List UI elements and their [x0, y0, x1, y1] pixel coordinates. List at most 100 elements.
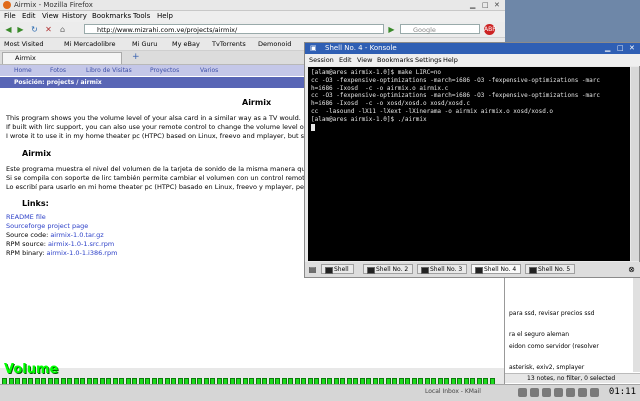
bookmark-tvtorrents[interactable]: TvTorrents: [212, 40, 246, 48]
menu-view[interactable]: View: [357, 56, 372, 64]
note-item[interactable]: para ssd, revisar precios ssd: [509, 310, 594, 317]
tab-shell-1[interactable]: Shell: [321, 264, 354, 274]
tray-icon[interactable]: [554, 388, 563, 397]
taskbar-item-kmail[interactable]: Local Inbox - KMail: [425, 388, 481, 395]
tab-shell-3[interactable]: Shell No. 3: [417, 264, 468, 274]
link-row: RPM source: airmix-1.0-1.src.rpm: [6, 240, 115, 248]
firefox-titlebar[interactable]: Airmix - Mozilla Firefox ▁ □ ✕: [0, 0, 505, 11]
menu-history[interactable]: History: [62, 12, 87, 20]
konsole-tabs: ▤ Shell Shell No. 2 Shell No. 3 Shell No…: [305, 262, 640, 277]
site-nav-fotos[interactable]: Fotos: [50, 67, 66, 74]
notes-status: 13 notes, no filter, 0 selected: [505, 373, 640, 383]
tab-shell-4[interactable]: Shell No. 4: [471, 264, 522, 274]
site-nav-home[interactable]: Home: [14, 67, 32, 74]
notes-scrollbar[interactable]: [633, 278, 640, 372]
note-item[interactable]: eidon como servidor (resolver: [509, 343, 599, 350]
menu-bookmarks[interactable]: Bookmarks: [377, 56, 413, 64]
paragraph-es-3: Lo escribí para usarlo en mi home theate…: [6, 183, 311, 191]
terminal-cursor: [311, 123, 315, 131]
terminal-line: cc -O3 -fexpensive-optimizations -march=…: [311, 76, 600, 84]
close-session-icon[interactable]: ⊗: [627, 265, 636, 274]
new-session-icon[interactable]: ▤: [308, 265, 317, 274]
terminal-line: [alam@ares airmix-1.0]$ ./airmix: [311, 115, 427, 123]
back-icon[interactable]: ◀: [4, 25, 13, 34]
paragraph-es-1: Este programa muestra el nivel del volum…: [6, 165, 314, 173]
site-nav-varios[interactable]: Varios: [200, 67, 218, 74]
stop-icon[interactable]: ✕: [44, 25, 53, 34]
tab-airmix[interactable]: Airmix: [2, 52, 122, 64]
konsole-menubar: Session Edit View Bookmarks Settings Hel…: [305, 54, 640, 66]
menu-help[interactable]: Help: [157, 12, 173, 20]
clock[interactable]: 01:11: [609, 387, 636, 397]
site-nav-proyectos[interactable]: Proyectos: [150, 67, 179, 74]
minimize-icon[interactable]: ▁: [470, 1, 475, 9]
sourceforge-link[interactable]: Sourceforge project page: [6, 222, 88, 230]
tray-icon[interactable]: [530, 388, 539, 397]
links-heading: Links:: [22, 199, 49, 208]
home-icon[interactable]: ⌂: [58, 25, 67, 34]
tab-shell-2[interactable]: Shell No. 2: [363, 264, 414, 274]
menu-tools[interactable]: Tools: [133, 12, 150, 20]
tray-icon[interactable]: [590, 388, 599, 397]
reload-icon[interactable]: ↻: [30, 25, 39, 34]
terminal-icon: ▣: [310, 44, 317, 52]
rpm-source-link[interactable]: airmix-1.0-1.src.rpm: [48, 240, 114, 248]
konsole-title: Shell No. 4 - Konsole: [325, 44, 397, 52]
minimize-icon[interactable]: ▁: [605, 44, 610, 52]
note-item[interactable]: asterisk, exiv2, smplayer: [509, 364, 584, 371]
close-icon[interactable]: ✕: [629, 44, 635, 52]
forward-icon[interactable]: ▶: [16, 25, 25, 34]
paragraph-en-2: If built with lirc support, you can also…: [6, 123, 315, 131]
site-nav-libro[interactable]: Libro de Visitas: [86, 67, 132, 74]
bookmark-my-ebay[interactable]: My eBay: [172, 40, 200, 48]
bookmark-demonoid[interactable]: Demonoid: [258, 40, 291, 48]
tray-icon[interactable]: [566, 388, 575, 397]
menu-settings[interactable]: Settings: [415, 56, 442, 64]
taskbar: Local Inbox - KMail 01:11: [0, 384, 640, 401]
tab-shell-5[interactable]: Shell No. 5: [525, 264, 576, 274]
konsole-titlebar[interactable]: ▣ Shell No. 4 - Konsole ▁ □ ✕: [305, 43, 640, 54]
bookmark-most-visited[interactable]: Most Visited: [4, 40, 44, 48]
rpm-binary-link[interactable]: airmix-1.0-1.i386.rpm: [46, 249, 117, 257]
navigation-toolbar: ◀ ▶ ↻ ✕ ⌂ http://www.mizrahi.com.ve/proj…: [0, 22, 505, 38]
paragraph-en-3: I wrote it to use it in my home theater …: [6, 132, 314, 140]
terminal-line: [alam@ares airmix-1.0]$ make LIRC=no: [311, 69, 442, 76]
terminal-line: cc -lasound -lX11 -lXext -lXinerama -o a…: [311, 107, 554, 115]
close-icon[interactable]: ✕: [494, 1, 500, 9]
new-tab-button[interactable]: +: [132, 52, 140, 62]
menu-help[interactable]: Help: [443, 56, 458, 64]
paragraph-en-1: This program shows you the volume level …: [6, 114, 301, 122]
heading-english: Airmix: [242, 98, 272, 107]
volume-osd-label: Volume: [4, 362, 59, 377]
bookmark-mi-guru[interactable]: Mi Guru: [132, 40, 157, 48]
tray-icon[interactable]: [578, 388, 587, 397]
breadcrumb-text: Posición: projects / airmix: [14, 79, 102, 86]
heading-spanish: Airmix: [22, 149, 52, 158]
terminal-line: h=i686 -Ixosd -c -o xosd/xosd.o xosd/xos…: [311, 100, 470, 108]
readme-link[interactable]: README file: [6, 213, 46, 221]
paragraph-es-2: Si se compila con soporte de lirc tambié…: [6, 174, 311, 182]
menu-bookmarks[interactable]: Bookmarks: [92, 12, 131, 20]
menu-file[interactable]: File: [4, 12, 16, 20]
maximize-icon[interactable]: □: [482, 1, 489, 9]
maximize-icon[interactable]: □: [617, 44, 624, 52]
link-row: README file: [6, 213, 46, 221]
terminal-cursor-line: [311, 123, 627, 132]
bookmark-mercadolibre[interactable]: Mi Mercadolibre: [64, 40, 116, 48]
note-item[interactable]: ra el seguro aleman: [509, 331, 569, 338]
firefox-icon: [3, 1, 11, 9]
menu-view[interactable]: View: [42, 12, 59, 20]
menu-session[interactable]: Session: [309, 56, 334, 64]
adblock-icon[interactable]: ABP: [484, 24, 496, 35]
url-input[interactable]: http://www.mizrahi.com.ve/projects/airmi…: [84, 24, 384, 34]
tray-icon[interactable]: [518, 388, 527, 397]
tray-icon[interactable]: [542, 388, 551, 397]
link-row: Sourceforge project page: [6, 222, 88, 230]
terminal-scrollbar[interactable]: [631, 67, 639, 261]
go-icon[interactable]: ▶: [387, 25, 396, 34]
menu-edit[interactable]: Edit: [339, 56, 352, 64]
search-input[interactable]: Google: [400, 24, 480, 34]
terminal-output[interactable]: [alam@ares airmix-1.0]$ make LIRC=no cc …: [308, 67, 630, 261]
source-code-link[interactable]: airmix-1.0.tar.gz: [50, 231, 103, 239]
menu-edit[interactable]: Edit: [22, 12, 36, 20]
